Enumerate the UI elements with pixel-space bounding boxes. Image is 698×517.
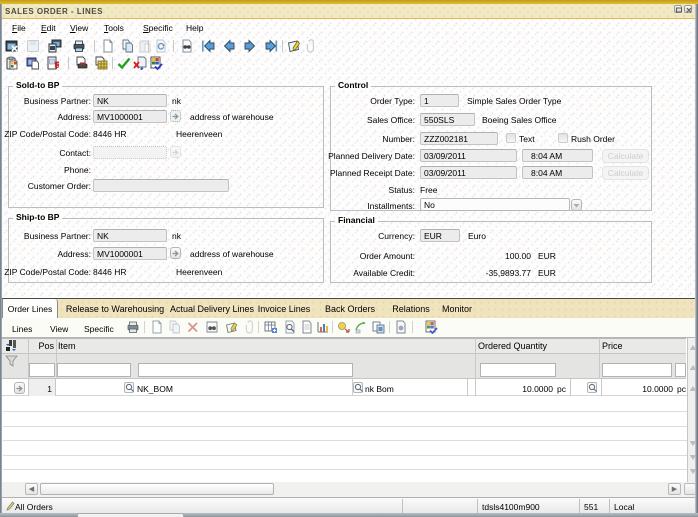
svg-text:$: $ xyxy=(55,61,60,70)
